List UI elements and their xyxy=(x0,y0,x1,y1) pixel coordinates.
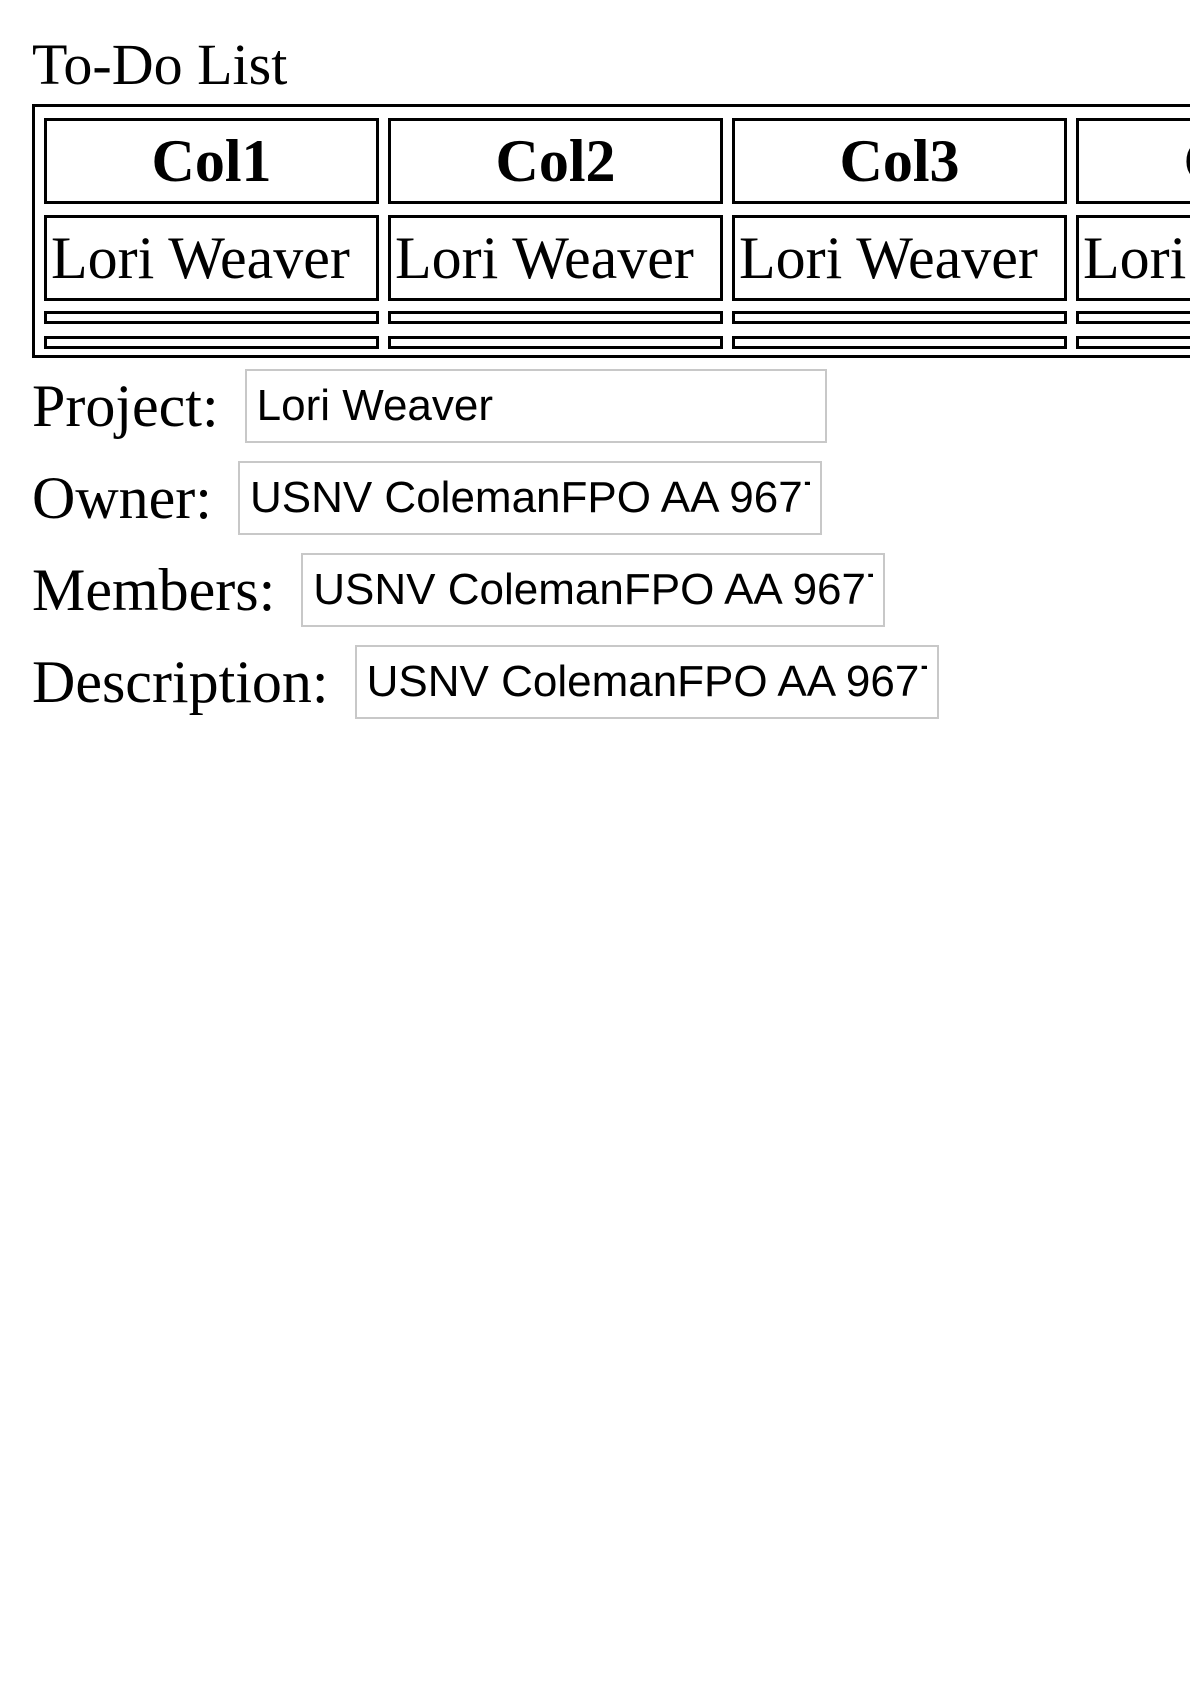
members-label: Members: xyxy=(32,557,276,623)
empty-table-cell xyxy=(44,336,379,349)
page-title: To-Do List xyxy=(32,32,288,97)
table-header-col4: Col4 xyxy=(1076,118,1190,204)
owner-label: Owner: xyxy=(32,465,212,531)
page: To-Do List Col1 Col2 Col3 Col4 Lori Weav… xyxy=(0,0,1190,1684)
empty-table-cell xyxy=(388,336,723,349)
empty-table-cell xyxy=(732,311,1067,324)
description-input[interactable] xyxy=(354,645,939,719)
table-header-col3: Col3 xyxy=(732,118,1067,204)
owner-field: Owner: xyxy=(32,460,822,536)
table-cell: Lori Weaver xyxy=(44,215,379,301)
empty-table-cell xyxy=(1076,311,1190,324)
project-label: Project: xyxy=(32,373,219,439)
description-label: Description: xyxy=(32,649,329,715)
project-input[interactable] xyxy=(244,369,827,443)
table-cell: Lori Weaver xyxy=(732,215,1067,301)
empty-table-cell xyxy=(732,336,1067,349)
members-input[interactable] xyxy=(301,553,886,627)
todo-table: Col1 Col2 Col3 Col4 Lori Weaver Lori Wea… xyxy=(32,104,1190,358)
project-field: Project: xyxy=(32,368,827,444)
table-cell: Lori Weaver xyxy=(388,215,723,301)
empty-table-cell xyxy=(1076,336,1190,349)
members-field: Members: xyxy=(32,552,886,628)
table-header-col2: Col2 xyxy=(388,118,723,204)
table-header-col1: Col1 xyxy=(44,118,379,204)
table-cell: Lori Weaver xyxy=(1076,215,1190,301)
owner-input[interactable] xyxy=(237,461,822,535)
empty-table-cell xyxy=(44,311,379,324)
empty-table-cell xyxy=(388,311,723,324)
description-field: Description: xyxy=(32,644,939,720)
